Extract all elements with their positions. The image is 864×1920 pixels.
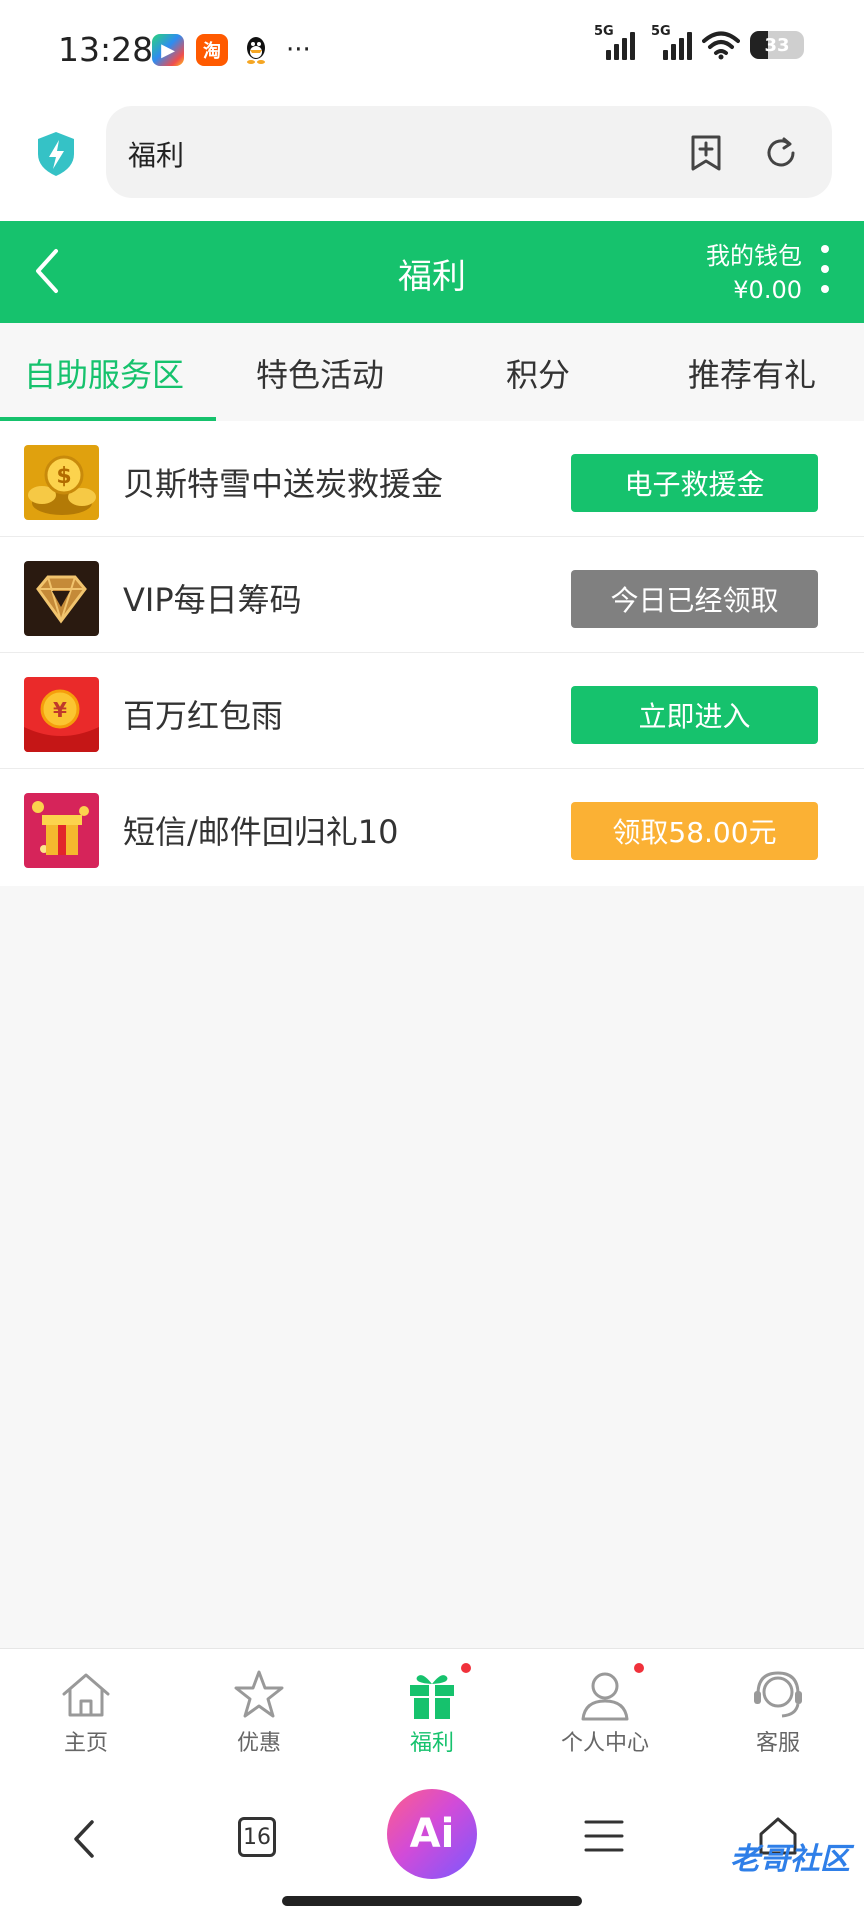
- gift-icon: [410, 1675, 454, 1719]
- svg-text:¥: ¥: [53, 698, 67, 722]
- nav-home[interactable]: 主页: [21, 1667, 151, 1757]
- item-title: 短信/邮件回归礼10: [123, 813, 399, 851]
- more-notifications-icon: ···: [286, 35, 311, 65]
- vip-diamond-icon: [24, 561, 99, 636]
- network-type-label: 5G: [651, 24, 671, 39]
- url-field[interactable]: 福利: [106, 106, 832, 198]
- nav-deals[interactable]: 优惠: [194, 1667, 324, 1757]
- taobao-icon: 淘: [196, 34, 228, 66]
- status-time: 13:28: [58, 30, 154, 69]
- status-bar: 13:28 ▶ 淘 ··· 5G 5G 33: [0, 0, 864, 100]
- network-type-label: 5G: [594, 24, 614, 39]
- reload-icon[interactable]: [762, 134, 800, 172]
- nav-label: 福利: [409, 1731, 454, 1756]
- cellular-signal-icon: 5G: [651, 24, 692, 60]
- nav-benefits[interactable]: 福利: [367, 1667, 497, 1757]
- benefits-list: $ 贝斯特雪中送炭救援金 电子救援金 VIP每日筹码 今日已经领取 ¥ 百万红包…: [0, 421, 864, 886]
- nav-label: 主页: [63, 1731, 108, 1756]
- bottom-nav: 主页 优惠 福利 个人中心 客服: [0, 1648, 864, 1782]
- nav-profile[interactable]: 个人中心: [540, 1667, 670, 1757]
- battery-icon: 33: [750, 31, 804, 59]
- rescue-fund-button[interactable]: 电子救援金: [571, 454, 818, 512]
- browser-back-icon[interactable]: [66, 1814, 106, 1864]
- nav-label: 客服: [755, 1731, 800, 1756]
- enter-now-button[interactable]: 立即进入: [571, 686, 818, 744]
- security-shield-icon[interactable]: [34, 130, 78, 178]
- item-title: 百万红包雨: [123, 697, 284, 735]
- tab-points[interactable]: 积分: [506, 350, 570, 396]
- tab-self-service[interactable]: 自助服务区: [24, 350, 184, 396]
- page: 13:28 ▶ 淘 ··· 5G 5G 33 福利 福利 我的钱包 ¥0.00 …: [0, 0, 864, 1920]
- nav-label: 优惠: [236, 1731, 281, 1756]
- claimed-today-button[interactable]: 今日已经领取: [571, 570, 818, 628]
- home-icon: [62, 1673, 110, 1717]
- status-notification-icons: ▶ 淘 ···: [152, 34, 311, 66]
- list-item: VIP每日筹码 今日已经领取: [0, 537, 864, 653]
- tab-featured-events[interactable]: 特色活动: [256, 350, 384, 396]
- more-menu-icon[interactable]: [820, 245, 830, 305]
- video-app-icon: ▶: [152, 34, 184, 66]
- home-indicator[interactable]: [282, 1896, 582, 1906]
- svg-text:$: $: [56, 464, 71, 489]
- add-bookmark-icon[interactable]: [688, 134, 724, 172]
- ai-assistant-button[interactable]: Ai: [387, 1789, 477, 1879]
- page-header: 福利 我的钱包 ¥0.00: [0, 221, 864, 323]
- claim-reward-button[interactable]: 领取58.00元: [571, 802, 818, 860]
- list-item: $ 贝斯特雪中送炭救援金 电子救援金: [0, 421, 864, 537]
- nav-support[interactable]: 客服: [713, 1667, 843, 1757]
- notification-dot: [634, 1663, 644, 1673]
- tab-referral-rewards[interactable]: 推荐有礼: [688, 350, 816, 396]
- url-text: 福利: [128, 139, 185, 172]
- cellular-signal-icon: 5G: [594, 24, 635, 60]
- notification-dot: [461, 1663, 471, 1673]
- red-envelope-icon: ¥: [24, 677, 99, 752]
- item-title: VIP每日筹码: [123, 581, 302, 619]
- tabs-count-button[interactable]: 16: [238, 1817, 276, 1857]
- wallet-label: 我的钱包: [706, 242, 802, 270]
- nav-label: 个人中心: [560, 1731, 649, 1756]
- star-icon: [234, 1670, 284, 1718]
- wallet-amount: ¥0.00: [733, 276, 802, 304]
- item-title: 贝斯特雪中送炭救援金: [123, 465, 444, 503]
- watermark-logo: 老哥社区: [730, 1842, 850, 1877]
- gift-box-icon: [24, 793, 99, 868]
- list-item: 短信/邮件回归礼10 领取58.00元: [0, 769, 864, 886]
- status-indicators: 5G 5G 33: [594, 24, 804, 60]
- gold-coins-icon: $: [24, 445, 99, 520]
- tab-bar: 自助服务区 特色活动 积分 推荐有礼: [0, 323, 864, 421]
- battery-level: 33: [764, 34, 790, 56]
- wifi-icon: [702, 31, 740, 60]
- wallet-summary[interactable]: 我的钱包 ¥0.00: [706, 239, 802, 307]
- user-icon: [581, 1672, 629, 1721]
- qq-icon: [240, 34, 272, 66]
- menu-icon[interactable]: [582, 1814, 626, 1858]
- headset-icon: [754, 1671, 802, 1718]
- list-item: ¥ 百万红包雨 立即进入: [0, 653, 864, 769]
- browser-address-bar: 福利: [0, 100, 864, 221]
